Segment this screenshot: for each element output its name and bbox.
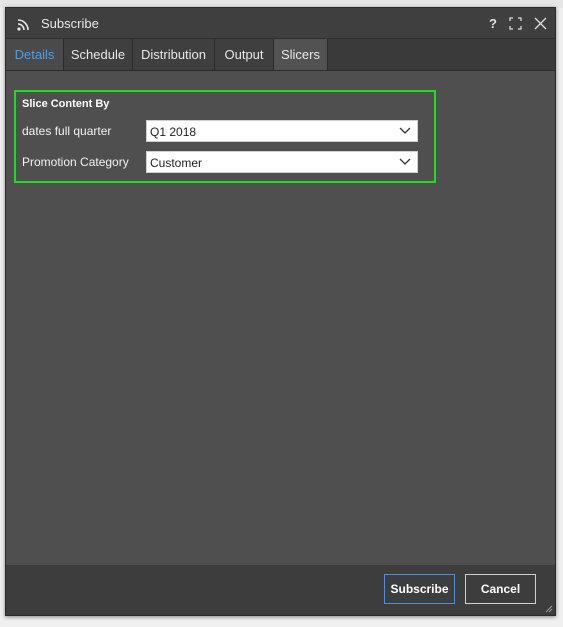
tab-slicers[interactable]: Slicers [274, 39, 328, 70]
dialog-footer: Subscribe Cancel [6, 565, 555, 615]
tab-label: Slicers [280, 47, 320, 62]
tab-label: Schedule [70, 47, 126, 62]
tab-output[interactable]: Output [215, 39, 274, 70]
close-button[interactable] [531, 14, 549, 32]
dialog-titlebar[interactable]: Subscribe ? [6, 8, 555, 39]
help-button[interactable]: ? [486, 14, 500, 32]
slicer-heading: Slice Content By [22, 98, 110, 110]
close-icon [534, 17, 546, 29]
chevron-down-icon [399, 127, 411, 134]
field-label-promotion: Promotion Category [22, 155, 129, 169]
tab-label: Output [224, 47, 264, 62]
dates-select[interactable]: Q1 2018 [146, 120, 418, 142]
tab-label: Details [14, 47, 55, 62]
slicer-highlight-box: Slice Content By dates full quarter Q1 2… [14, 90, 436, 183]
rss-icon [17, 19, 29, 31]
tab-distribution[interactable]: Distribution [133, 39, 215, 70]
field-label-dates: dates full quarter [22, 124, 112, 138]
tab-label: Distribution [140, 47, 207, 62]
chevron-down-icon [399, 158, 411, 165]
promotion-category-select[interactable]: Customer [146, 151, 418, 173]
tab-bar: Details Schedule Distribution Output Sli… [6, 39, 555, 71]
resize-grip-icon[interactable] [545, 605, 553, 613]
maximize-button[interactable] [507, 14, 523, 32]
maximize-icon [508, 16, 522, 30]
tab-details[interactable]: Details [6, 39, 64, 70]
subscribe-button[interactable]: Subscribe [384, 574, 455, 604]
slicers-panel: Slice Content By dates full quarter Q1 2… [6, 71, 555, 564]
select-value: Q1 2018 [150, 125, 197, 139]
select-value: Customer [150, 156, 203, 170]
tab-schedule[interactable]: Schedule [64, 39, 133, 70]
dialog-title: Subscribe [41, 16, 99, 31]
cancel-button[interactable]: Cancel [465, 574, 536, 604]
subscribe-dialog: Subscribe ? Details Schedule Distributio… [5, 7, 556, 616]
